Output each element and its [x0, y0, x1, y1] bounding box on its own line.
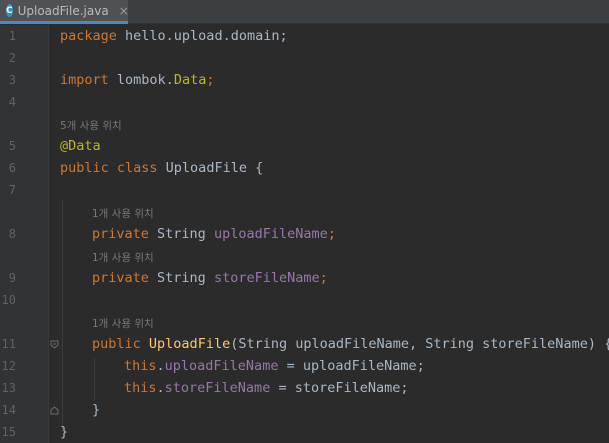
line-number: 11 — [1, 337, 16, 351]
code-line[interactable]: 12 this.uploadFileName = uploadFileName; — [0, 355, 609, 377]
line-number: 14 — [1, 403, 16, 417]
editor-tab-bar: C UploadFile.java × — [0, 0, 609, 24]
usage-hint-line: 1개 사용 위치 — [0, 311, 609, 333]
code-text: private String storeFileName; — [92, 270, 328, 286]
code-line[interactable]: 10 — [0, 289, 609, 311]
code-text: public UploadFile(String uploadFileName,… — [92, 336, 609, 352]
code-line[interactable]: 13 this.storeFileName = storeFileName; — [0, 377, 609, 399]
line-number: 2 — [8, 51, 16, 65]
line-number: 8 — [8, 227, 16, 241]
code-line[interactable]: 1 package hello.upload.domain; — [0, 25, 609, 47]
code-line[interactable]: 4 — [0, 91, 609, 113]
usage-hint[interactable]: 1개 사용 위치 — [92, 206, 154, 221]
line-number: 3 — [8, 73, 16, 87]
fold-collapse-icon[interactable] — [50, 340, 59, 349]
usage-hint-line: 5개 사용 위치 — [0, 113, 609, 135]
usage-hint[interactable]: 1개 사용 위치 — [92, 316, 154, 331]
java-class-icon: C — [6, 4, 13, 17]
code-line[interactable]: 5 @Data — [0, 135, 609, 157]
fold-end-icon[interactable] — [50, 406, 59, 415]
line-number: 4 — [8, 95, 16, 109]
line-number: 6 — [8, 161, 16, 175]
code-line[interactable]: 3 import lombok.Data; — [0, 69, 609, 91]
code-line[interactable]: 9 private String storeFileName; — [0, 267, 609, 289]
line-number: 15 — [1, 425, 16, 439]
code-text: import lombok.Data; — [60, 72, 215, 88]
line-number: 13 — [1, 381, 16, 395]
close-tab-icon[interactable]: × — [119, 5, 129, 17]
usage-hint[interactable]: 5개 사용 위치 — [60, 118, 122, 133]
code-text: this.uploadFileName = uploadFileName; — [124, 358, 425, 374]
usage-hint[interactable]: 1개 사용 위치 — [92, 250, 154, 265]
usage-hint-line: 1개 사용 위치 — [0, 245, 609, 267]
code-text: } — [60, 424, 69, 440]
line-number: 9 — [8, 271, 16, 285]
code-text: package hello.upload.domain; — [60, 28, 288, 44]
line-number: 12 — [1, 359, 16, 373]
code-line[interactable]: 8 private String uploadFileName; — [0, 223, 609, 245]
code-line[interactable]: 15 } — [0, 421, 609, 443]
code-text: @Data — [60, 138, 101, 154]
code-line[interactable]: 14 } — [0, 399, 609, 421]
line-number: 1 — [8, 29, 16, 43]
code-line[interactable]: 11 public UploadFile(String uploadFileNa… — [0, 333, 609, 355]
code-text: public class UploadFile { — [60, 160, 264, 176]
line-number: 5 — [8, 139, 16, 153]
code-text: private String uploadFileName; — [92, 226, 336, 242]
tab-label: UploadFile.java — [17, 3, 109, 18]
code-text: } — [92, 402, 101, 418]
usage-hint-line: 1개 사용 위치 — [0, 201, 609, 223]
code-editor[interactable]: C UploadFile.java × 1 package hello.uplo… — [0, 0, 609, 443]
tab-uploadfile-java[interactable]: C UploadFile.java × — [0, 0, 129, 24]
code-line[interactable]: 2 — [0, 47, 609, 69]
line-number: 10 — [1, 293, 16, 307]
code-text: this.storeFileName = storeFileName; — [124, 380, 409, 396]
line-number: 7 — [8, 183, 16, 197]
code-line[interactable]: 7 — [0, 179, 609, 201]
code-line[interactable]: 6 public class UploadFile { — [0, 157, 609, 179]
